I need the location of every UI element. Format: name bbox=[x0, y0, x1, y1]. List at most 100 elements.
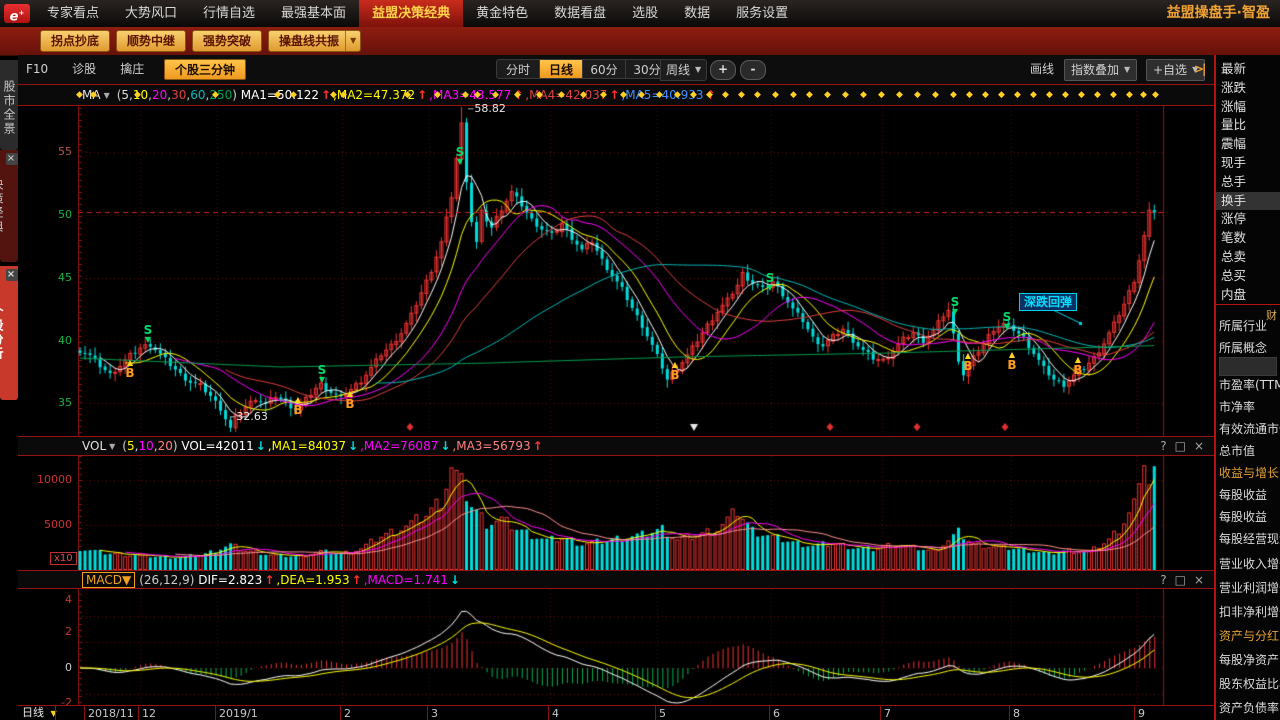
strategy-button[interactable]: 强势突破 bbox=[192, 30, 262, 52]
finance-field-label: 所属概念 bbox=[1219, 341, 1267, 355]
maximize-icon[interactable]: □ bbox=[1175, 440, 1186, 452]
signal-diamond-icon: ◆ bbox=[212, 91, 219, 100]
chevron-down-icon: ▼ bbox=[109, 442, 115, 451]
side-tab-2[interactable]: ×决策经典 bbox=[0, 150, 18, 262]
menu-item[interactable]: 益盟决策经典 bbox=[359, 0, 463, 27]
quote-field-label: 内盘 bbox=[1216, 286, 1280, 305]
buy-signal-marker: ▲B bbox=[341, 389, 359, 409]
top-menu-bar: e+ 专家看点大势风口行情自选最强基本面益盟决策经典黄金特色数据看盘选股数据服务… bbox=[0, 0, 1280, 27]
chevron-down-icon[interactable]: ▼ bbox=[345, 31, 356, 51]
signal-diamond-icon: ◆ bbox=[878, 91, 885, 100]
period-tab[interactable]: 日线 bbox=[540, 59, 583, 79]
menu-item[interactable]: 服务设置 bbox=[723, 0, 801, 27]
finance-tab[interactable]: 财 bbox=[1266, 307, 1277, 323]
time-tick-label: 2018/11 bbox=[88, 707, 134, 720]
draw-line-button[interactable]: 画线 bbox=[1030, 55, 1054, 84]
buy-signal-marker: ▲B bbox=[1003, 350, 1021, 370]
vol-label: VOL bbox=[82, 439, 106, 453]
vol-dropdown[interactable]: VOL ▼ bbox=[82, 439, 118, 453]
maximize-icon[interactable]: □ bbox=[1175, 574, 1186, 586]
side-tab-1[interactable]: 股市全景 bbox=[0, 60, 18, 150]
menu-item[interactable]: 数据看盘 bbox=[541, 0, 619, 27]
signal-diamond-icon: ◆ bbox=[1094, 91, 1101, 100]
quote-field-label: 涨停 bbox=[1216, 210, 1280, 229]
price-axis-label: 55 bbox=[18, 145, 72, 158]
chart-canvas[interactable] bbox=[18, 55, 1214, 720]
close-icon[interactable]: × bbox=[1194, 440, 1204, 452]
signal-diamond-icon: ◆ bbox=[90, 91, 97, 100]
sell-signal-marker: S▼ bbox=[313, 365, 331, 385]
time-tick-label: 9 bbox=[1138, 707, 1145, 720]
menu-item[interactable]: 大势风口 bbox=[112, 0, 190, 27]
index-overlay-dropdown[interactable]: 指数叠加 ▼ bbox=[1064, 59, 1137, 81]
help-icon[interactable]: ? bbox=[1160, 574, 1166, 586]
ma-dropdown[interactable]: MA ▼ bbox=[82, 88, 113, 102]
caopanxian-gongzhen-button[interactable]: 操盘线共振 ▼ bbox=[268, 30, 361, 52]
menu-item[interactable]: 黄金特色 bbox=[463, 0, 541, 27]
signal-diamond-icon: ◆ bbox=[966, 91, 973, 100]
time-tick-line bbox=[769, 706, 770, 720]
sell-signal-marker: S▼ bbox=[451, 147, 469, 167]
signal-tooltip: 深跌回弹 bbox=[1019, 293, 1077, 311]
time-axis-period-label: 日线 bbox=[22, 706, 44, 719]
period-tab[interactable]: 60分 bbox=[583, 59, 626, 79]
time-tick-label: 12 bbox=[142, 707, 156, 720]
time-tick-line bbox=[340, 706, 341, 720]
app-logo-icon: e+ bbox=[4, 4, 30, 23]
buy-signal-marker: ▲B bbox=[1069, 355, 1087, 375]
zoom-out-button[interactable]: - bbox=[740, 60, 766, 80]
macd-axis-label: 0 bbox=[18, 661, 72, 674]
toolbar-item[interactable]: 诊股 bbox=[72, 55, 96, 84]
time-tick-line bbox=[84, 706, 85, 720]
menu-item[interactable]: 数据 bbox=[671, 0, 723, 27]
menu-item[interactable]: 专家看点 bbox=[34, 0, 112, 27]
menu-item[interactable]: 最强基本面 bbox=[268, 0, 359, 27]
signal-diamond-icon: ◆ bbox=[404, 91, 411, 100]
period-dropdown[interactable]: 周线 ▼ bbox=[660, 59, 707, 81]
brand-title: 益盟操盘手·智盈 bbox=[1167, 0, 1280, 27]
macd-dropdown[interactable]: MACD ▼ bbox=[82, 572, 135, 588]
menu-item[interactable]: 行情自选 bbox=[190, 0, 268, 27]
menu-item[interactable]: 选股 bbox=[619, 0, 671, 27]
quote-field-list: 最新涨跌涨幅量比震幅现手总手换手涨停笔数总卖总买内盘 bbox=[1216, 55, 1280, 304]
finance-field-label: 资产负债率 bbox=[1219, 701, 1279, 715]
stock-3min-button[interactable]: 个股三分钟 bbox=[164, 59, 246, 80]
signal-diamond-icon: ◆ bbox=[950, 91, 957, 100]
finance-field-label: 每股收益 bbox=[1219, 488, 1267, 502]
up-arrow-icon: ↑ bbox=[609, 88, 619, 102]
strategy-button[interactable]: 拐点抄底 bbox=[40, 30, 110, 52]
close-icon[interactable]: × bbox=[1194, 574, 1204, 586]
close-icon[interactable]: × bbox=[6, 153, 18, 165]
toolbar-item[interactable]: 擒庄 bbox=[120, 55, 144, 84]
quote-field-label: 量比 bbox=[1216, 116, 1280, 135]
signal-diamond-icon: ◆ bbox=[914, 91, 921, 100]
finance-field-label: 营业收入增长率 bbox=[1219, 557, 1280, 571]
sell-signal-marker: S▼ bbox=[139, 325, 157, 345]
signal-diamond-icon: ◆ bbox=[790, 91, 797, 100]
time-tick-line bbox=[1009, 706, 1010, 720]
close-icon[interactable]: × bbox=[6, 269, 18, 281]
period-dropdown-label: 周线 bbox=[666, 60, 690, 80]
strategy-button[interactable]: 顺势中继 bbox=[116, 30, 186, 52]
period-tab[interactable]: 分时 bbox=[496, 59, 540, 79]
help-icon[interactable]: ? bbox=[1160, 440, 1166, 452]
time-axis-period-dropdown[interactable]: 日线 ▼ bbox=[22, 706, 57, 720]
signal-diamond-icon: ◆ bbox=[1046, 91, 1053, 100]
time-tick-label: 5 bbox=[659, 707, 666, 720]
signal-diamond-icon: ◆ bbox=[1078, 91, 1085, 100]
toolbar-item[interactable]: F10 bbox=[26, 55, 48, 84]
down-arrow-icon: ↓ bbox=[256, 439, 266, 453]
signal-diamond-icon: ◆ bbox=[76, 91, 83, 100]
signal-diamond-icon: ◆ bbox=[806, 91, 813, 100]
signal-diamond-icon: ◆ bbox=[514, 91, 521, 100]
side-tab-3[interactable]: ×个股分析 bbox=[0, 266, 18, 400]
signal-diamond-icon: ◆ bbox=[580, 91, 587, 100]
buy-signal-marker: ▲B bbox=[959, 351, 977, 371]
finance-section-header: 收益与增长 bbox=[1219, 466, 1279, 480]
finance-field-label: 所属行业 bbox=[1219, 319, 1267, 333]
collapse-panel-icon[interactable]: >| bbox=[1194, 55, 1204, 84]
zoom-in-button[interactable]: + bbox=[710, 60, 736, 80]
signal-diamond-icon: ◆ bbox=[1062, 91, 1069, 100]
signal-diamond-icon: ◆ bbox=[274, 91, 281, 100]
up-arrow-icon: ↑ bbox=[264, 573, 274, 587]
